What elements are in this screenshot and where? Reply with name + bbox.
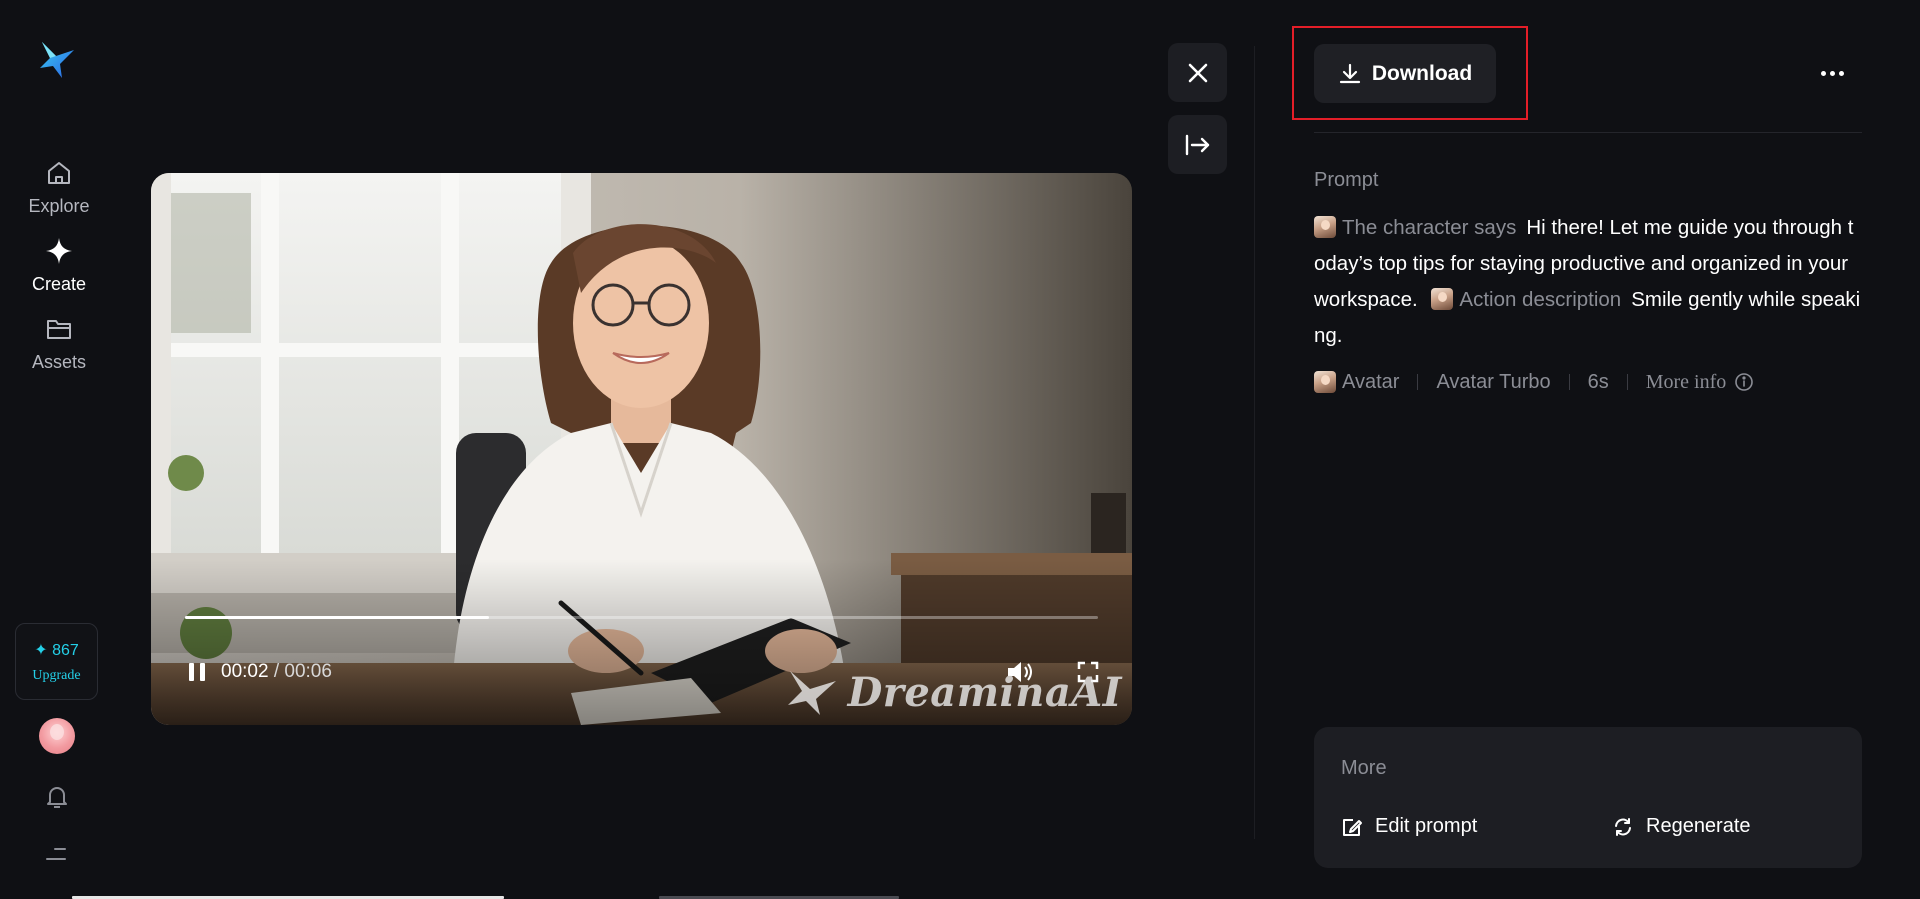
- sidebar-item-assets[interactable]: Assets: [14, 314, 104, 373]
- more-options-button[interactable]: [1816, 60, 1848, 86]
- edit-prompt-button[interactable]: Edit prompt: [1341, 815, 1477, 838]
- avatar-thumbnail: [1314, 371, 1336, 393]
- sidebar: Explore Create Assets ✦ 867 Upgrade: [0, 0, 118, 899]
- pause-button[interactable]: [183, 658, 211, 686]
- dot: [1838, 70, 1844, 76]
- video-frame-image: [151, 173, 1132, 725]
- home-icon: [44, 158, 74, 188]
- logo-icon[interactable]: [36, 38, 78, 80]
- more-info-label: More info: [1645, 370, 1727, 393]
- more-info-link[interactable]: More info: [1646, 371, 1755, 394]
- highlight-box: [1292, 26, 1528, 120]
- character-thumbnail: [1314, 216, 1336, 238]
- meta-separator: [1417, 374, 1419, 390]
- sparkle-icon: [44, 236, 74, 266]
- meta-duration: 6s: [1587, 370, 1609, 393]
- sidebar-item-create[interactable]: Create: [14, 236, 104, 295]
- video-progress-bar[interactable]: [185, 616, 1098, 619]
- watermark-logo-icon: [787, 671, 836, 715]
- sidebar-item-explore[interactable]: Explore: [14, 158, 104, 217]
- credit-count-value: 867: [52, 641, 79, 659]
- edit-icon: [1343, 818, 1362, 836]
- avatar[interactable]: [39, 718, 75, 754]
- dot: [1829, 70, 1835, 76]
- meta-separator: [1626, 374, 1628, 390]
- regenerate-button[interactable]: Regenerate: [1612, 815, 1751, 838]
- app-root: Explore Create Assets ✦ 867 Upgrade 00:0…: [0, 0, 1920, 899]
- prompt-chip-label: Action description: [1459, 288, 1622, 311]
- credits-upgrade-box[interactable]: ✦ 867 Upgrade: [15, 623, 98, 700]
- arrow-right-bar-icon: [1185, 134, 1209, 155]
- regenerate-icon: [1615, 817, 1631, 836]
- video-time-total: 00:06: [284, 661, 332, 682]
- dot: [1820, 70, 1826, 76]
- pause-icon: [189, 663, 205, 681]
- video-progress-fill: [185, 616, 490, 619]
- watermark: DreaminaAI: [784, 667, 1122, 717]
- more-actions-card: More Edit prompt Regenerate: [1314, 727, 1862, 868]
- bell-icon[interactable]: [43, 783, 71, 811]
- collapse-panel-button[interactable]: [1168, 115, 1227, 174]
- character-thumbnail: [1431, 288, 1454, 310]
- credit-count: ✦ 867: [34, 641, 79, 659]
- prompt-body: The character says Hi there! Let me guide…: [1314, 210, 1862, 354]
- sidebar-item-label: Explore: [28, 196, 90, 216]
- prompt-chip-label: The character says: [1342, 216, 1517, 239]
- regenerate-label: Regenerate: [1646, 815, 1751, 837]
- panel-divider: [1254, 46, 1255, 839]
- video-time-current: 00:02: [221, 661, 269, 682]
- prompt-title: Prompt: [1314, 169, 1379, 191]
- watermark-text: DreaminaAI: [847, 668, 1122, 716]
- generation-meta: Avatar Avatar Turbo 6s More info: [1314, 368, 1754, 396]
- close-button[interactable]: [1168, 43, 1227, 102]
- meta-avatar: Avatar: [1342, 370, 1400, 393]
- upgrade-link[interactable]: Upgrade: [32, 668, 80, 684]
- folder-icon: [44, 314, 74, 344]
- video-time: 00:02 / 00:06: [221, 661, 332, 683]
- panel-header-divider: [1314, 132, 1862, 133]
- info-icon: [1735, 373, 1754, 391]
- more-title: More: [1341, 757, 1387, 779]
- meta-model: Avatar Turbo: [1436, 370, 1551, 393]
- meta-separator: [1568, 374, 1570, 390]
- sidebar-item-label: Create: [31, 274, 87, 294]
- close-icon: [1188, 63, 1207, 82]
- sidebar-item-label: Assets: [31, 352, 87, 372]
- video-player[interactable]: 00:02 / 00:06 DreaminaAI: [151, 173, 1132, 725]
- edit-prompt-label: Edit prompt: [1375, 815, 1478, 837]
- video-time-separator: /: [273, 661, 280, 682]
- menu-icon[interactable]: [45, 846, 67, 862]
